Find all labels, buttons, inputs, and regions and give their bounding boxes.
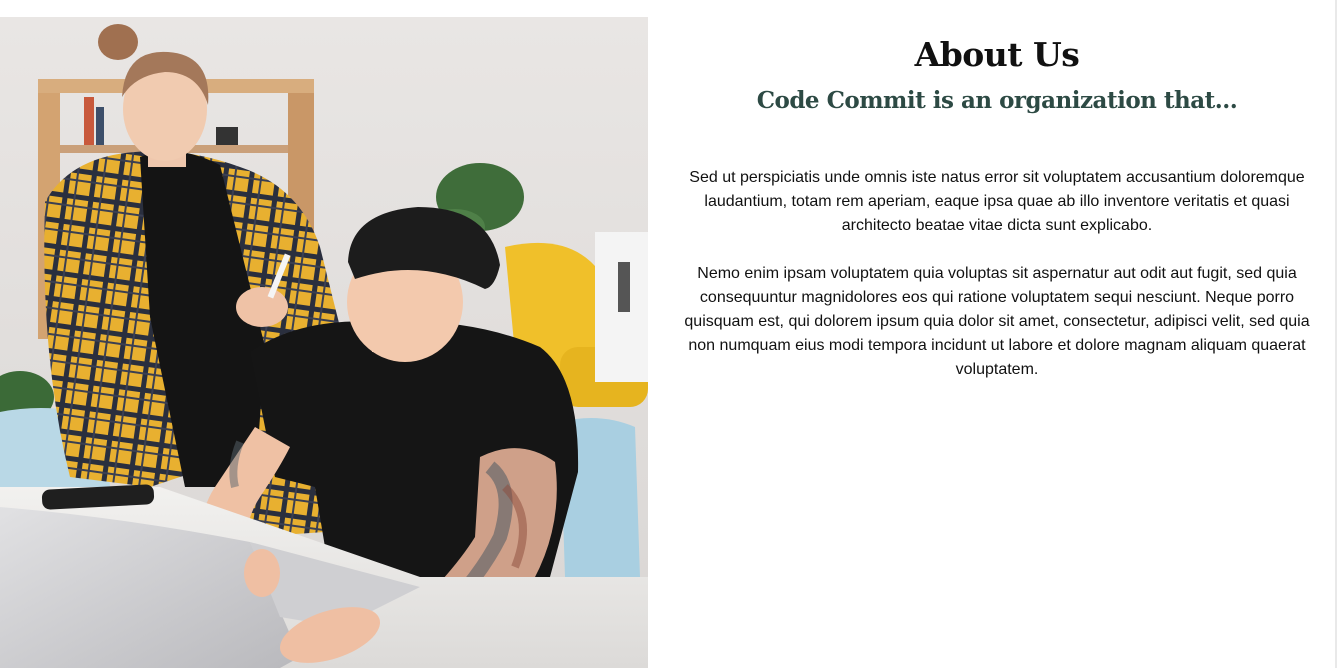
about-paragraph-1: Sed ut perspiciatis unde omnis iste natu… (689, 169, 1305, 234)
top-strip (0, 0, 1337, 17)
about-paragraph-2: Nemo enim ipsam voluptatem quia voluptas… (684, 265, 1310, 378)
page-subtitle: Code Commit is an organization that... (756, 87, 1238, 114)
about-content: About Us Code Commit is an organization … (672, 30, 1322, 382)
about-page: About Us Code Commit is an organization … (0, 0, 1337, 668)
team-photo (0, 17, 648, 668)
page-title: About Us (914, 35, 1080, 74)
